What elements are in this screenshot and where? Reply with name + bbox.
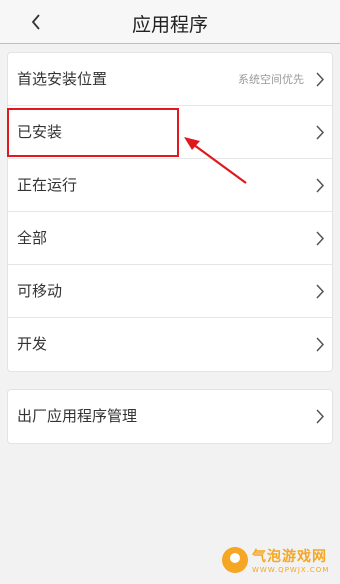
chevron-right-icon bbox=[316, 284, 325, 299]
item-label: 开发 bbox=[17, 335, 48, 353]
annotation-arrow-icon bbox=[184, 137, 247, 184]
bubble-logo-icon bbox=[222, 547, 248, 573]
factory-app-management-item[interactable]: 出厂应用程序管理 bbox=[8, 390, 332, 443]
item-label: 正在运行 bbox=[17, 176, 78, 194]
preferred-install-location-item[interactable]: 首选安装位置 系统空间优先 bbox=[8, 53, 332, 106]
watermark-name: 气泡游戏网 bbox=[252, 549, 327, 565]
item-label: 全部 bbox=[17, 229, 48, 247]
item-label: 首选安装位置 bbox=[17, 70, 108, 88]
chevron-right-icon bbox=[316, 231, 325, 246]
item-label: 可移动 bbox=[17, 282, 63, 300]
factory-apps-section: 出厂应用程序管理 bbox=[7, 389, 333, 444]
all-item[interactable]: 全部 bbox=[8, 212, 332, 265]
app-header: 应用程序 bbox=[0, 0, 340, 44]
chevron-right-icon bbox=[316, 125, 325, 140]
highlight-box bbox=[7, 108, 179, 157]
site-watermark: 气泡游戏网 WWW.QPWJX.COM bbox=[222, 544, 332, 576]
movable-item[interactable]: 可移动 bbox=[8, 265, 332, 318]
chevron-right-icon bbox=[316, 409, 325, 424]
chevron-right-icon bbox=[316, 72, 325, 87]
item-label: 出厂应用程序管理 bbox=[17, 407, 138, 425]
development-item[interactable]: 开发 bbox=[8, 318, 332, 371]
running-item[interactable]: 正在运行 bbox=[8, 159, 332, 212]
page-title: 应用程序 bbox=[131, 14, 208, 36]
item-value: 系统空间优先 bbox=[238, 73, 304, 86]
settings-list: 首选安装位置 系统空间优先 已安装 正在运行 全部 可移动 开发 bbox=[7, 52, 333, 372]
chevron-right-icon bbox=[316, 337, 325, 352]
chevron-right-icon bbox=[316, 178, 325, 193]
watermark-url: WWW.QPWJX.COM bbox=[252, 566, 330, 574]
